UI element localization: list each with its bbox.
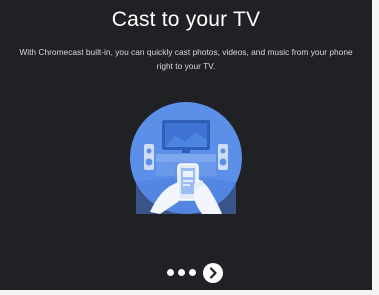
onboarding-screen: Cast to your TV With Chromecast built-in… [0, 0, 372, 290]
page-dot [189, 269, 196, 276]
speaker-left-icon [144, 144, 154, 170]
speaker-right-icon [218, 144, 228, 170]
page-title: Cast to your TV [111, 8, 261, 31]
page-dot [167, 269, 174, 276]
chevron-right-icon [209, 267, 217, 279]
next-button[interactable] [203, 263, 223, 283]
cast-to-tv-illustration [130, 102, 242, 214]
page-description: With Chromecast built-in, you can quickl… [19, 47, 353, 71]
page-dot [178, 269, 185, 276]
page-indicator [0, 263, 372, 283]
